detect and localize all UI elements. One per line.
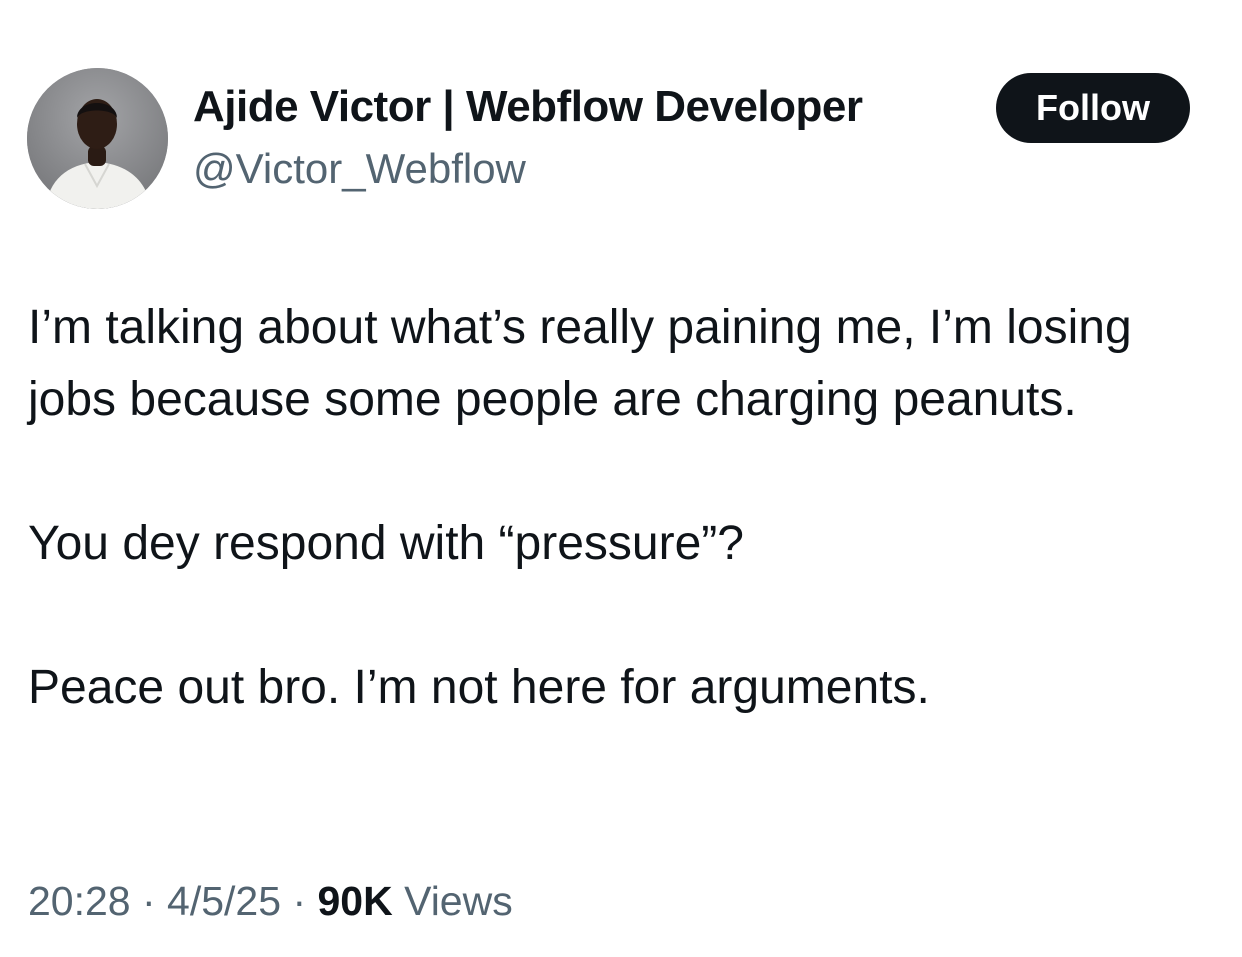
tweet-meta: 20:28 · 4/5/25 · 90K Views <box>28 878 513 925</box>
meta-separator: · <box>130 878 168 924</box>
author-handle[interactable]: @Victor_Webflow <box>193 145 526 193</box>
follow-button[interactable]: Follow <box>996 73 1190 143</box>
avatar[interactable] <box>27 68 168 209</box>
views-count: 90K <box>317 878 393 924</box>
tweet-paragraph: Peace out bro. I’m not here for argument… <box>28 661 930 714</box>
author-display-name[interactable]: Ajide Victor | Webflow Developer <box>193 82 863 132</box>
avatar-photo-icon <box>27 68 168 209</box>
tweet-time[interactable]: 20:28 <box>28 878 131 924</box>
tweet-paragraph: You dey respond with “pressure”? <box>28 517 744 570</box>
tweet-date[interactable]: 4/5/25 <box>167 878 281 924</box>
tweet-paragraph: I’m talking about what’s really paining … <box>28 301 1132 426</box>
meta-separator: · <box>281 878 318 924</box>
views-label: Views <box>392 878 513 924</box>
tweet-text: I’m talking about what’s really paining … <box>28 292 1208 724</box>
tweet-card: Ajide Victor | Webflow Developer @Victor… <box>0 0 1242 957</box>
